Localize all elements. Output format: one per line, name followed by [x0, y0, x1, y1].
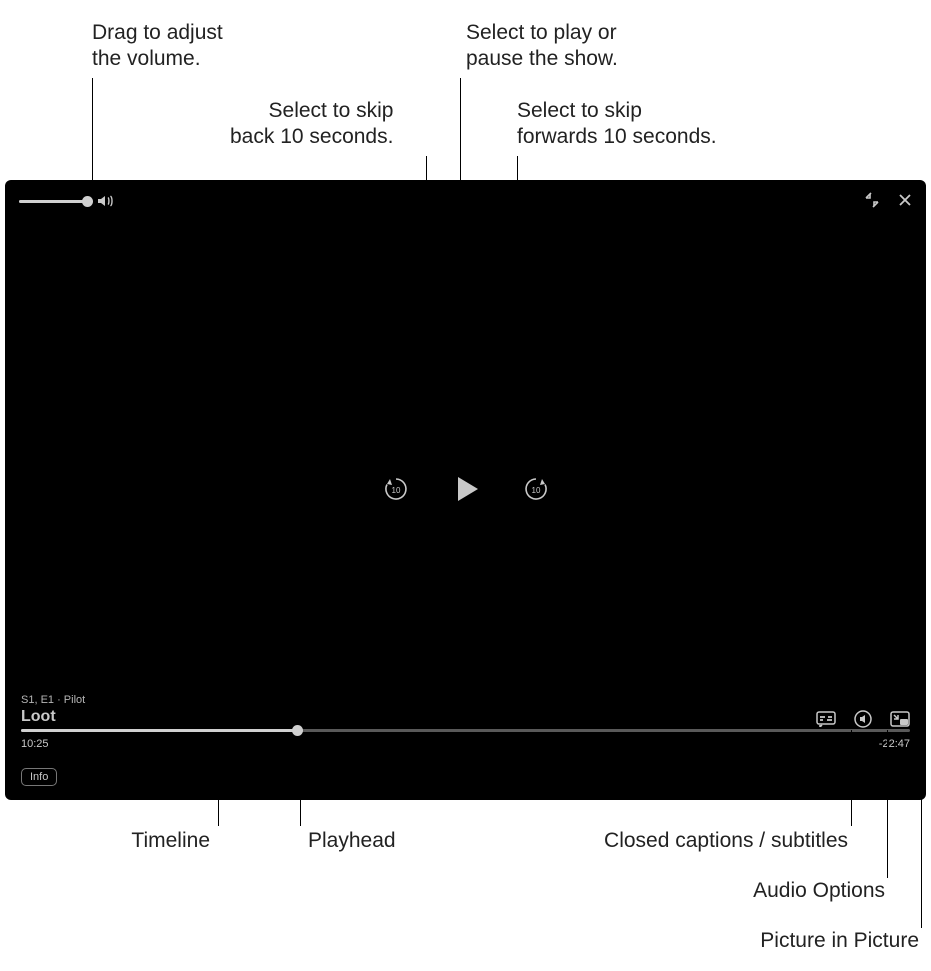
show-title: Loot — [21, 708, 85, 726]
callout-back10: Select to skipback 10 seconds. — [230, 98, 393, 151]
callout-volume: Drag to adjustthe volume. — [92, 20, 223, 73]
subtitles-icon[interactable] — [816, 711, 836, 727]
pip-icon[interactable] — [890, 711, 910, 727]
callout-pip: Picture in Picture — [760, 928, 919, 954]
callout-playhead: Playhead — [308, 828, 396, 854]
time-remaining: -22:47 — [879, 738, 910, 750]
volume-slider-track[interactable] — [19, 200, 91, 203]
info-button[interactable]: Info — [21, 768, 57, 786]
leader — [300, 750, 301, 826]
timeline-fill — [21, 729, 297, 732]
episode-label: S1, E1 · Pilot — [21, 694, 85, 706]
callout-fwd10: Select to skipforwards 10 seconds. — [517, 98, 717, 151]
leader — [218, 750, 219, 826]
timeline[interactable] — [21, 729, 910, 732]
callout-timeline: Timeline — [131, 828, 210, 854]
svg-text:10: 10 — [531, 486, 540, 495]
leader — [851, 730, 852, 826]
volume-control[interactable] — [19, 194, 115, 208]
playhead[interactable] — [292, 725, 303, 736]
volume-slider-fill — [19, 200, 87, 203]
callout-playpause: Select to play orpause the show. — [466, 20, 618, 73]
close-icon[interactable] — [898, 193, 912, 207]
callout-cc: Closed captions / subtitles — [604, 828, 848, 854]
audio-options-icon[interactable] — [854, 710, 872, 728]
volume-icon — [97, 194, 115, 208]
exit-fullscreen-icon[interactable] — [864, 192, 880, 208]
skip-forward-10-button[interactable]: 10 — [523, 476, 549, 502]
volume-slider-knob[interactable] — [82, 196, 93, 207]
skip-back-10-button[interactable]: 10 — [383, 476, 409, 502]
callout-audio: Audio Options — [753, 878, 885, 904]
leader — [887, 730, 888, 878]
play-pause-button[interactable] — [449, 472, 483, 506]
leader — [921, 730, 922, 928]
time-elapsed: 10:25 — [21, 738, 49, 750]
video-player: 10 10 S1, E1 · Pilot Loot — [5, 180, 926, 800]
svg-text:10: 10 — [391, 486, 400, 495]
